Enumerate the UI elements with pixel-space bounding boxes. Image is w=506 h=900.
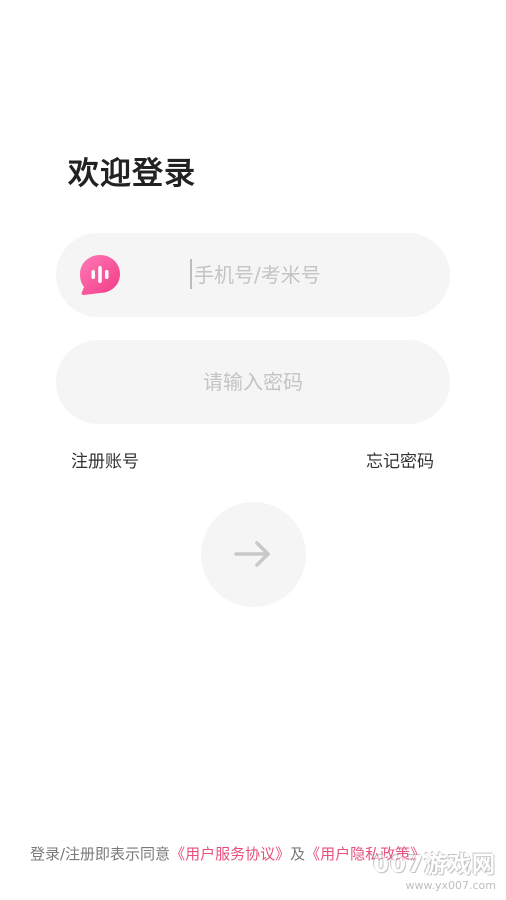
phone-field[interactable] — [56, 233, 450, 317]
register-link[interactable]: 注册账号 — [71, 447, 139, 472]
chat-bubble-logo-icon — [78, 253, 122, 297]
text-cursor — [190, 259, 192, 289]
password-field[interactable] — [56, 340, 450, 424]
page-title: 欢迎登录 — [68, 156, 196, 192]
password-input[interactable] — [56, 340, 450, 424]
forgot-password-link[interactable]: 忘记密码 — [366, 447, 434, 472]
login-screen: 欢迎登录 注册账号 忘记密码 — [0, 0, 506, 900]
agreement-text: 登录/注册即表示同意《用户服务协议》及《用户隐私政策》 — [30, 843, 425, 864]
phone-input[interactable] — [194, 233, 424, 317]
watermark-logo-text: 007游戏网 — [372, 852, 496, 878]
login-submit-button[interactable] — [201, 502, 306, 607]
agreement-conjunction: 及 — [290, 845, 306, 863]
arrow-right-icon — [234, 541, 270, 567]
terms-of-service-link[interactable]: 《用户服务协议》 — [170, 845, 290, 863]
watermark-url: www.yx007.com — [405, 879, 496, 892]
site-watermark: 007游戏网 www.yx007.com — [373, 845, 496, 892]
agreement-prefix: 登录/注册即表示同意 — [30, 845, 171, 863]
